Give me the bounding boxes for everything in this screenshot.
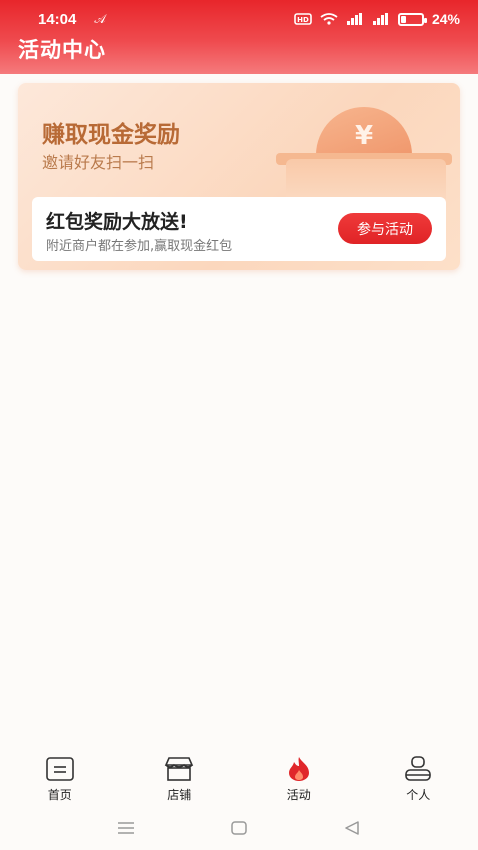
flame-icon (288, 757, 309, 781)
box-front (286, 159, 446, 199)
activity-card[interactable]: 赚取现金奖励 邀请好友扫一扫 ¥ 红包奖励大放送! 附近商户都在参加,赢取现金红… (18, 83, 460, 270)
menu-icon (118, 822, 135, 834)
back-triangle-icon (344, 821, 359, 835)
card-title: 赚取现金奖励 (42, 122, 180, 148)
hd-icon: HD (294, 13, 312, 25)
wifi-icon (320, 13, 338, 25)
promo-title: 红包奖励大放送! (46, 211, 188, 233)
nav-item-activity[interactable]: 活动 (254, 748, 344, 806)
page-title: 活动中心 (18, 38, 106, 62)
join-activity-button[interactable]: 参与活动 (338, 213, 432, 244)
store-icon (165, 757, 194, 781)
promo-description: 附近商户都在参加,赢取现金红包 (46, 239, 233, 254)
yuan-symbol: ¥ (354, 121, 374, 151)
promo-panel: 红包奖励大放送! 附近商户都在参加,赢取现金红包 参与活动 (32, 197, 446, 261)
system-nav-bar (0, 806, 478, 850)
status-time: 14:04 (38, 10, 77, 28)
nav-item-store[interactable]: 店铺 (134, 748, 224, 806)
nav-item-profile[interactable]: 个人 (373, 748, 463, 806)
battery-percent: 24% (431, 11, 460, 27)
person-icon (405, 756, 432, 781)
nav-label-profile: 个人 (406, 788, 431, 802)
home-icon (45, 757, 74, 781)
svg-text:HD: HD (297, 16, 309, 24)
nav-item-home[interactable]: 首页 (15, 748, 105, 806)
signal-icon (346, 13, 362, 25)
menu-button[interactable] (111, 813, 141, 843)
card-subtitle: 邀请好友扫一扫 (42, 153, 155, 172)
status-bar: 14:04 𝒜 HD 24% (0, 0, 478, 38)
home-button[interactable] (224, 813, 254, 843)
signal-icon-2 (372, 13, 388, 25)
battery-icon (397, 12, 427, 26)
status-indicators: HD 24% (294, 11, 460, 27)
square-icon (231, 821, 247, 835)
nav-label-store: 店铺 (167, 788, 192, 802)
nav-label-home: 首页 (47, 788, 72, 802)
coin-box-illustration: ¥ (276, 99, 452, 199)
notification-icon: 𝒜 (94, 11, 106, 26)
header-bar: 14:04 𝒜 HD 24% 活动中心 (0, 0, 478, 74)
nav-label-activity: 活动 (286, 788, 311, 802)
bottom-nav: 首页 店铺 活动 个人 (0, 748, 478, 806)
back-button[interactable] (337, 813, 367, 843)
